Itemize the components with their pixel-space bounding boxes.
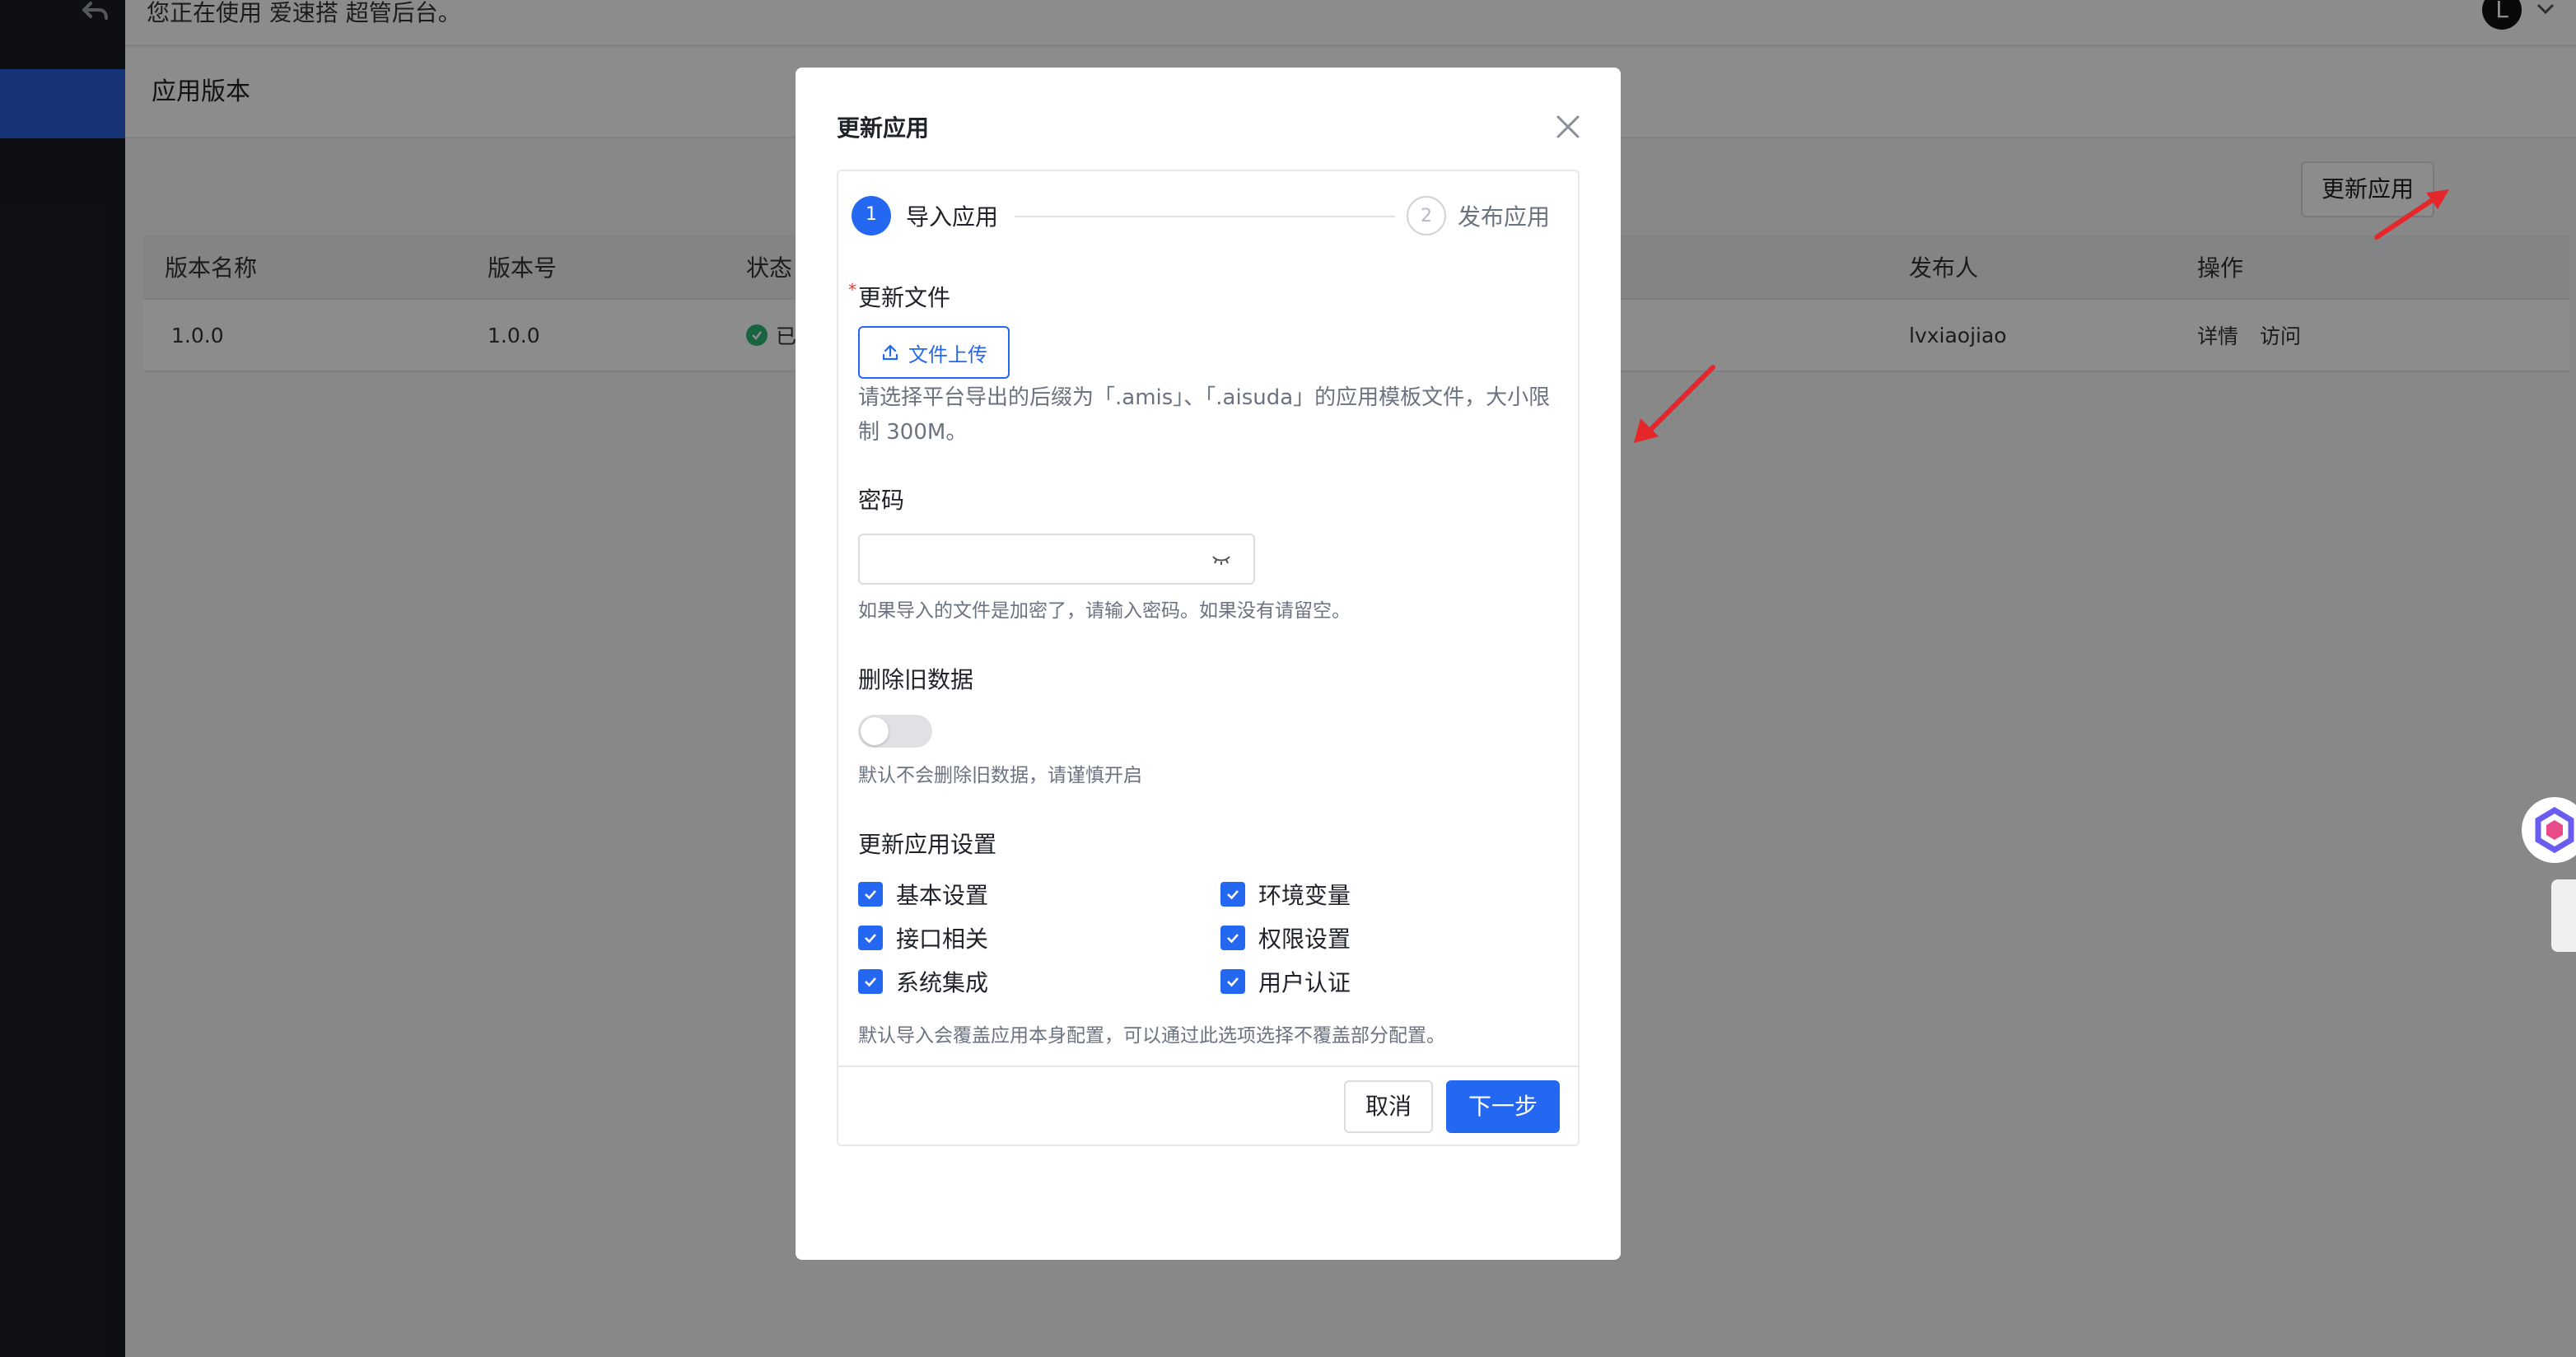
checkbox-checked-icon (1220, 926, 1245, 950)
file-upload-button[interactable]: 文件上传 (858, 326, 1010, 379)
checkbox-label: 环境变量 (1258, 882, 1351, 909)
step-1-label: 导入应用 (906, 203, 999, 231)
wizard-panel: 1 导入应用 2 发布应用 * 更新文件 文件上传 请选择平台导出的后缀为「.a… (837, 170, 1580, 1146)
switch-knob (861, 717, 889, 745)
checkbox-checked-icon (1220, 969, 1245, 994)
file-label: * 更新文件 (848, 280, 951, 313)
delete-old-hint: 默认不会删除旧数据，请谨慎开启 (858, 765, 1142, 786)
close-icon[interactable] (1552, 110, 1584, 143)
dialog-footer: 取消 下一步 (838, 1066, 1578, 1145)
password-input[interactable] (858, 534, 1255, 585)
side-float-tab[interactable] (2551, 879, 2576, 952)
settings-hint: 默认导入会覆盖应用本身配置，可以通过此选项选择不覆盖部分配置。 (858, 1025, 1445, 1047)
checkbox-label: 权限设置 (1258, 926, 1351, 953)
checkbox-api[interactable]: 接口相关 (858, 921, 988, 954)
required-mark: * (848, 280, 856, 300)
dialog-title: 更新应用 (837, 114, 930, 142)
step-2-label: 发布应用 (1458, 203, 1551, 231)
checkbox-checked-icon (858, 926, 883, 950)
step-divider (1015, 216, 1395, 217)
file-hint: 请选择平台导出的后缀为「.amis」、「.aisuda」的应用模板文件，大小限制… (858, 385, 1551, 445)
assistant-float-button[interactable] (2522, 797, 2576, 863)
cancel-button[interactable]: 取消 (1344, 1080, 1433, 1133)
steps: 1 导入应用 2 发布应用 (852, 194, 1566, 237)
password-label: 密码 (858, 487, 905, 514)
assistant-logo-icon (2535, 806, 2574, 854)
annotation-arrow-icon (1634, 365, 1715, 443)
delete-old-switch[interactable] (858, 715, 932, 748)
checkbox-checked-icon (1220, 882, 1245, 907)
checkbox-label: 基本设置 (896, 882, 989, 909)
checkbox-label: 接口相关 (896, 926, 989, 953)
checkbox-env-vars[interactable]: 环境变量 (1220, 878, 1351, 911)
checkbox-system-integration[interactable]: 系统集成 (858, 965, 988, 998)
checkbox-label: 系统集成 (896, 969, 989, 996)
upload-icon (882, 344, 898, 361)
file-label-text: 更新文件 (858, 284, 951, 311)
upload-button-label: 文件上传 (908, 343, 987, 366)
checkbox-checked-icon (858, 882, 883, 907)
password-hint: 如果导入的文件是加密了，请输入密码。如果没有请留空。 (858, 600, 1351, 622)
checkbox-checked-icon (858, 969, 883, 994)
next-step-button[interactable]: 下一步 (1446, 1080, 1560, 1133)
checkbox-basic-settings[interactable]: 基本设置 (858, 878, 988, 911)
step-2-circle: 2 (1407, 196, 1446, 235)
annotation-arrow-icon (2374, 189, 2449, 240)
step-1-circle: 1 (852, 196, 891, 235)
checkbox-user-auth[interactable]: 用户认证 (1220, 965, 1351, 998)
settings-label: 更新应用设置 (858, 831, 997, 858)
checkbox-label: 用户认证 (1258, 969, 1351, 996)
eye-closed-icon[interactable] (1211, 552, 1232, 568)
checkbox-permissions[interactable]: 权限设置 (1220, 921, 1351, 954)
update-app-dialog: 更新应用 1 导入应用 2 发布应用 * 更新文件 文件上传 请选择平台导出的后… (796, 68, 1621, 1260)
delete-old-label: 删除旧数据 (858, 666, 974, 693)
